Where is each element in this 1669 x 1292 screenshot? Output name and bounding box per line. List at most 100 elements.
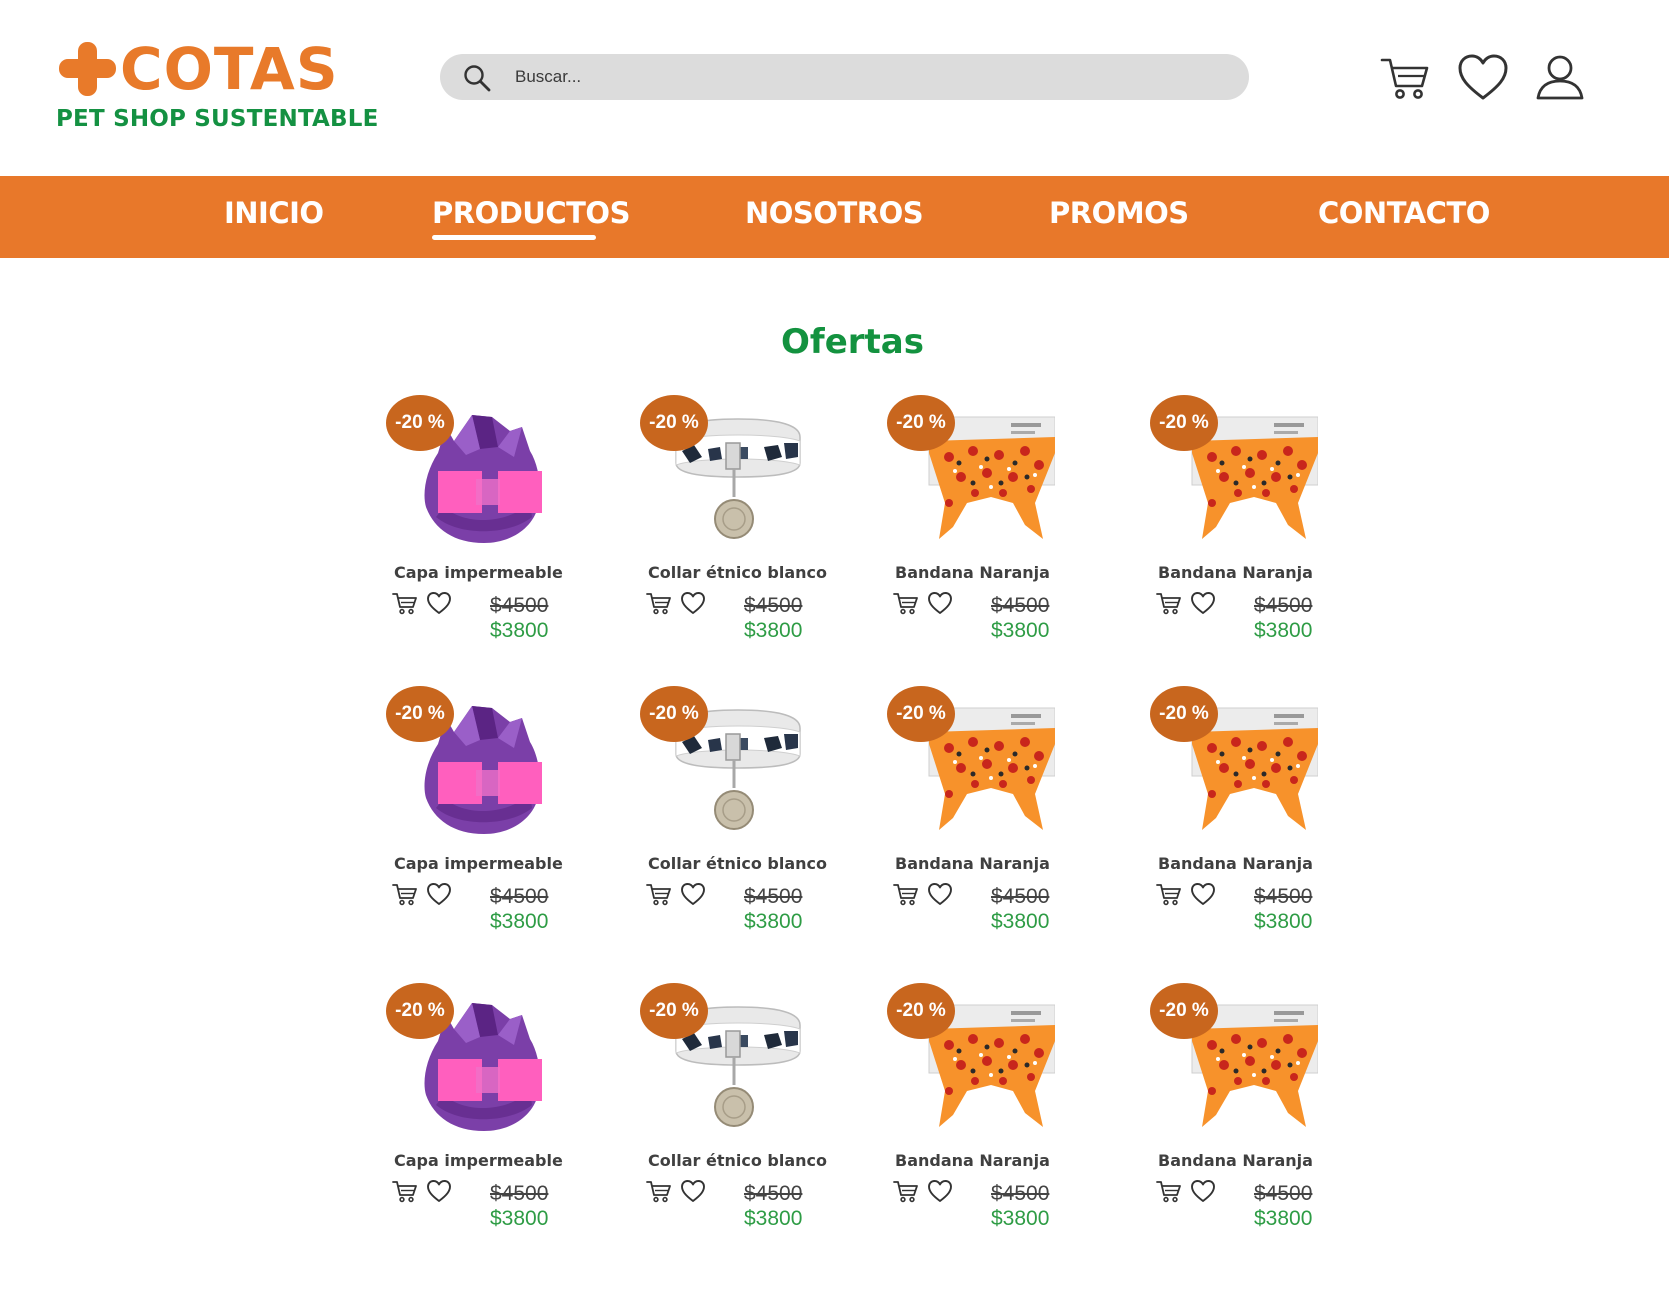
product-card[interactable]: -20 % Bandana Naranja $4500 $3800 [1150,983,1370,1243]
discount-badge: -20 % [386,395,454,451]
nav-productos[interactable]: PRODUCTOS [432,196,630,230]
discount-badge: -20 % [1150,983,1218,1039]
nav-promos[interactable]: PROMOS [1049,196,1189,230]
discount-badge: -20 % [640,983,708,1039]
favorite-heart-icon[interactable] [927,591,953,615]
product-card[interactable]: -20 % Bandana Naranja $4500 $3800 [1150,395,1370,655]
original-price: $4500 [744,594,803,617]
product-card[interactable]: -20 % Collar étnico blanco $4500 $3800 [640,395,860,655]
product-card[interactable]: -20 % Bandana Naranja $4500 $3800 [887,686,1107,946]
sale-price: $3800 [991,910,1050,933]
original-price: $4500 [490,885,549,908]
brand-logo[interactable]: COTAS PET SHOP SUSTENTABLE [56,38,378,138]
product-name[interactable]: Capa impermeable [394,854,563,873]
sale-price: $3800 [744,910,803,933]
product-name[interactable]: Capa impermeable [394,1151,563,1170]
favorite-heart-icon[interactable] [1190,1179,1216,1203]
product-name[interactable]: Collar étnico blanco [648,563,827,582]
discount-badge: -20 % [1150,395,1218,451]
product-name[interactable]: Bandana Naranja [895,1151,1050,1170]
sale-price: $3800 [1254,1207,1313,1230]
logo-tagline: PET SHOP SUSTENTABLE [56,106,379,132]
original-price: $4500 [991,885,1050,908]
add-to-cart-icon[interactable] [893,882,919,906]
discount-badge: -20 % [640,395,708,451]
favorite-heart-icon[interactable] [1190,591,1216,615]
favorite-heart-icon[interactable] [426,1179,452,1203]
active-nav-indicator [432,235,596,240]
original-price: $4500 [991,594,1050,617]
favorite-heart-icon[interactable] [927,1179,953,1203]
user-icon[interactable] [1534,52,1586,104]
discount-badge: -20 % [887,395,955,451]
heart-icon[interactable] [1457,52,1509,104]
sale-price: $3800 [744,619,803,642]
add-to-cart-icon[interactable] [893,1179,919,1203]
product-card[interactable]: -20 % Bandana Naranja $4500 $3800 [887,395,1107,655]
product-name[interactable]: Bandana Naranja [1158,854,1313,873]
sale-price: $3800 [490,619,549,642]
product-card[interactable]: -20 % Capa impermeable $4500 $3800 [386,686,606,946]
product-card[interactable]: -20 % Collar étnico blanco $4500 $3800 [640,983,860,1243]
product-name[interactable]: Bandana Naranja [1158,563,1313,582]
product-name[interactable]: Bandana Naranja [1158,1151,1313,1170]
product-card[interactable]: -20 % Capa impermeable $4500 $3800 [386,983,606,1243]
nav-contacto[interactable]: CONTACTO [1318,196,1490,230]
main-nav: INICIO PRODUCTOS NOSOTROS PROMOS CONTACT… [0,176,1669,258]
favorite-heart-icon[interactable] [927,882,953,906]
nav-nosotros[interactable]: NOSOTROS [745,196,924,230]
product-card[interactable]: -20 % Bandana Naranja $4500 $3800 [887,983,1107,1243]
add-to-cart-icon[interactable] [646,882,672,906]
product-card[interactable]: -20 % Collar étnico blanco $4500 $3800 [640,686,860,946]
original-price: $4500 [744,885,803,908]
add-to-cart-icon[interactable] [392,1179,418,1203]
favorite-heart-icon[interactable] [1190,882,1216,906]
search-icon[interactable] [462,63,492,93]
logo-wordmark: COTAS [120,35,339,103]
original-price: $4500 [1254,885,1313,908]
search-input[interactable] [515,54,1215,100]
add-to-cart-icon[interactable] [1156,1179,1182,1203]
original-price: $4500 [490,1182,549,1205]
product-name[interactable]: Collar étnico blanco [648,1151,827,1170]
cart-icon[interactable] [1380,52,1432,104]
discount-badge: -20 % [887,983,955,1039]
original-price: $4500 [744,1182,803,1205]
product-name[interactable]: Bandana Naranja [895,854,1050,873]
original-price: $4500 [1254,1182,1313,1205]
sale-price: $3800 [744,1207,803,1230]
nav-inicio[interactable]: INICIO [224,196,324,230]
add-to-cart-icon[interactable] [392,591,418,615]
product-card[interactable]: -20 % Bandana Naranja $4500 $3800 [1150,686,1370,946]
add-to-cart-icon[interactable] [646,591,672,615]
product-name[interactable]: Capa impermeable [394,563,563,582]
original-price: $4500 [490,594,549,617]
discount-badge: -20 % [887,686,955,742]
logo-mark: COTAS [56,38,339,100]
favorite-heart-icon[interactable] [680,1179,706,1203]
original-price: $4500 [991,1182,1050,1205]
sale-price: $3800 [1254,910,1313,933]
discount-badge: -20 % [386,983,454,1039]
favorite-heart-icon[interactable] [426,882,452,906]
add-to-cart-icon[interactable] [1156,591,1182,615]
add-to-cart-icon[interactable] [646,1179,672,1203]
discount-badge: -20 % [640,686,708,742]
plus-cross-icon [59,42,116,96]
original-price: $4500 [1254,594,1313,617]
search-bar[interactable] [440,54,1249,100]
sale-price: $3800 [490,1207,549,1230]
favorite-heart-icon[interactable] [680,591,706,615]
sale-price: $3800 [490,910,549,933]
sale-price: $3800 [1254,619,1313,642]
add-to-cart-icon[interactable] [1156,882,1182,906]
sale-price: $3800 [991,619,1050,642]
product-name[interactable]: Bandana Naranja [895,563,1050,582]
section-title: Ofertas [781,322,924,362]
favorite-heart-icon[interactable] [680,882,706,906]
add-to-cart-icon[interactable] [392,882,418,906]
product-card[interactable]: -20 % Capa impermeable $4500 $3800 [386,395,606,655]
favorite-heart-icon[interactable] [426,591,452,615]
add-to-cart-icon[interactable] [893,591,919,615]
product-name[interactable]: Collar étnico blanco [648,854,827,873]
